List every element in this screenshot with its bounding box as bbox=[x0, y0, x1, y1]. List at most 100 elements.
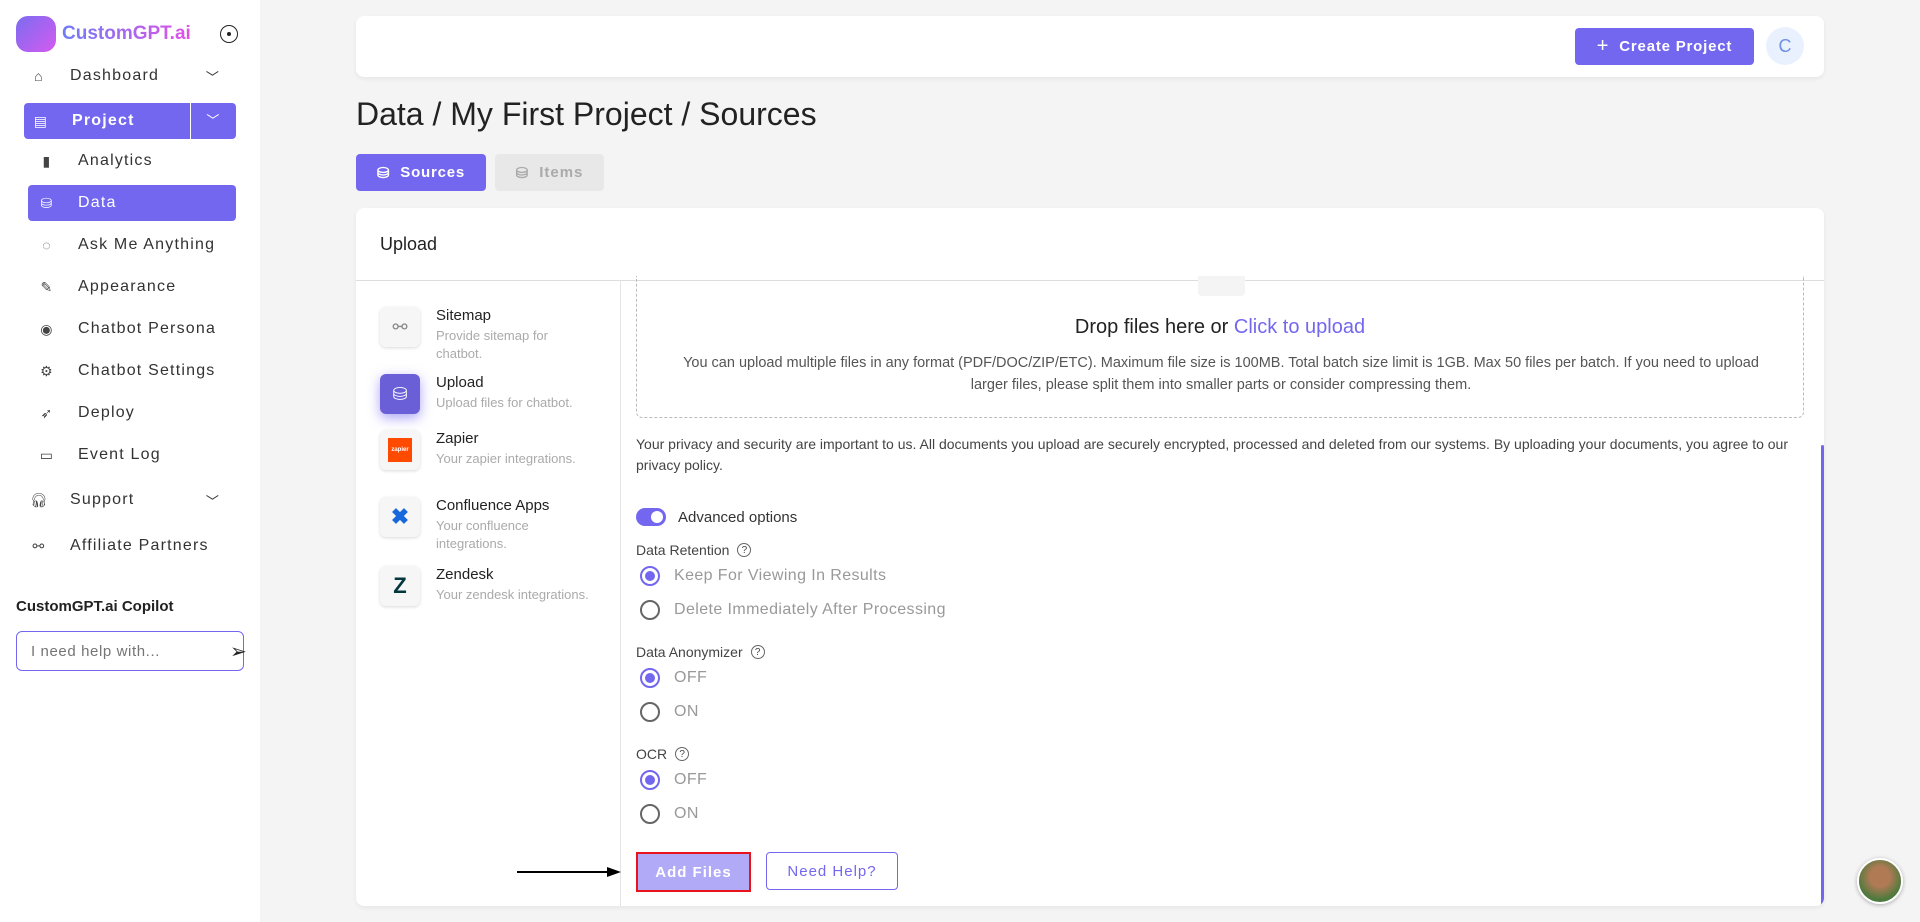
divider bbox=[620, 280, 621, 906]
chevron-down-icon[interactable]: ﹀ bbox=[190, 67, 236, 86]
sidebar-item-label: Deploy bbox=[78, 404, 136, 421]
sidebar-item-event-log[interactable]: ▭ Event Log bbox=[28, 437, 236, 473]
radio-ocr-off[interactable]: OFF bbox=[640, 770, 707, 790]
sidebar-item-label: Event Log bbox=[78, 446, 161, 463]
create-project-button[interactable]: + Create Project bbox=[1575, 28, 1754, 65]
source-title: Confluence Apps bbox=[436, 497, 550, 514]
data-anonymizer-label: Data Anonymizer bbox=[636, 644, 743, 660]
sidebar-item-deploy[interactable]: ➶ Deploy bbox=[28, 395, 236, 431]
add-files-button[interactable]: Add Files bbox=[636, 852, 751, 892]
clipboard-icon: ▤ bbox=[33, 112, 49, 129]
ocr-label: OCR bbox=[636, 746, 668, 762]
source-zendesk[interactable]: Z Zendesk Your zendesk integrations. bbox=[380, 566, 596, 606]
source-title: Sitemap bbox=[436, 307, 492, 324]
sidebar-item-data[interactable]: ⛁ Data bbox=[28, 185, 236, 221]
headphones-icon: 🎧︎ bbox=[30, 491, 49, 508]
chat-icon: ◌ bbox=[42, 237, 52, 253]
advanced-options-label: Advanced options bbox=[678, 508, 798, 526]
support-chat-avatar[interactable] bbox=[1857, 858, 1903, 904]
arrow-annotation bbox=[517, 867, 621, 877]
plus-icon: + bbox=[1596, 35, 1610, 57]
sidebar-item-analytics[interactable]: ▮ Analytics bbox=[28, 143, 236, 179]
database-icon: ⛁ bbox=[515, 164, 530, 182]
tab-items[interactable]: ⛁ Items bbox=[495, 154, 604, 191]
source-title: Upload bbox=[436, 374, 484, 391]
sidebar: CustomGPT.ai ⌂ Dashboard ﹀ ▤ Project ﹀ ▮ Anal… bbox=[0, 0, 260, 922]
sidebar-item-label: Data bbox=[78, 194, 117, 211]
radio-label: OFF bbox=[674, 669, 708, 686]
brush-icon: ✎ bbox=[40, 278, 54, 295]
sidebar-item-label: Chatbot Persona bbox=[78, 320, 217, 337]
sidebar-item-affiliate-partners[interactable]: ⚯ Affiliate Partners bbox=[30, 528, 236, 564]
source-zapier[interactable]: zapier Zapier Your zapier integrations. bbox=[380, 430, 596, 470]
radio-label: OFF bbox=[674, 771, 708, 788]
gear-icon: ⚙ bbox=[40, 362, 54, 379]
source-description: Your zapier integrations. bbox=[436, 451, 576, 466]
help-icon[interactable]: ? bbox=[737, 543, 752, 557]
chevron-down-icon[interactable]: ﹀ bbox=[190, 491, 236, 510]
sidebar-item-label: Support bbox=[70, 491, 135, 508]
sidebar-item-support[interactable]: 🎧︎ Support ﹀ bbox=[30, 482, 236, 518]
tab-label: Sources bbox=[400, 164, 466, 181]
radio-label: Keep For Viewing In Results bbox=[674, 567, 887, 584]
logo[interactable]: CustomGPT.ai bbox=[16, 16, 191, 52]
user-circle-icon: ◉ bbox=[40, 320, 54, 337]
avatar[interactable]: C bbox=[1766, 27, 1804, 65]
upload-database-icon: ⛁ bbox=[380, 374, 420, 414]
home-icon: ⌂ bbox=[34, 68, 44, 84]
sidebar-item-chatbot-settings[interactable]: ⚙ Chatbot Settings bbox=[28, 353, 236, 389]
sidebar-item-ask-me-anything[interactable]: ◌ Ask Me Anything bbox=[28, 227, 236, 263]
need-help-button[interactable]: Need Help? bbox=[766, 852, 898, 890]
dropzone[interactable]: Drop files here or Click to upload You c… bbox=[636, 276, 1804, 418]
source-title: Zapier bbox=[436, 430, 479, 447]
send-icon[interactable]: ➢ bbox=[230, 639, 247, 664]
sitemap-icon: ⚯ bbox=[380, 307, 420, 347]
sidebar-item-label: Project bbox=[72, 112, 135, 129]
help-icon[interactable]: ? bbox=[675, 747, 690, 761]
scrollbar[interactable] bbox=[1821, 445, 1824, 906]
sidebar-item-label: Ask Me Anything bbox=[78, 236, 216, 253]
tab-sources[interactable]: ⛁ Sources bbox=[356, 154, 486, 191]
radio-anonymizer-off[interactable]: OFF bbox=[640, 668, 707, 688]
bar-chart-icon: ▮ bbox=[42, 152, 52, 169]
drop-text: Drop files here or bbox=[1074, 316, 1234, 338]
radio-anonymizer-on[interactable]: ON bbox=[640, 702, 699, 722]
drop-description: You can upload multiple files in any for… bbox=[683, 355, 1759, 393]
collapse-sidebar-button[interactable] bbox=[220, 25, 238, 43]
radio-delete-immediately[interactable]: Delete Immediately After Processing bbox=[640, 600, 946, 620]
help-icon[interactable]: ? bbox=[750, 645, 765, 659]
rocket-icon: ➶ bbox=[40, 404, 54, 421]
sidebar-item-label: Chatbot Settings bbox=[78, 362, 216, 379]
top-header: + Create Project C bbox=[356, 16, 1824, 77]
project-dropdown-chevron[interactable]: ﹀ bbox=[190, 103, 236, 139]
upload-panel: Drop files here or Click to upload You c… bbox=[636, 276, 1804, 906]
radio-label: ON bbox=[674, 805, 699, 822]
toggle-switch[interactable] bbox=[636, 508, 666, 526]
advanced-options-toggle[interactable]: Advanced options bbox=[636, 508, 797, 526]
radio-label: Delete Immediately After Processing bbox=[674, 601, 946, 618]
zendesk-logo-icon: Z bbox=[380, 566, 420, 606]
archive-icon: ▭ bbox=[39, 446, 55, 463]
source-sitemap[interactable]: ⚯ Sitemap Provide sitemap for chatbot. bbox=[380, 307, 596, 363]
click-to-upload-link[interactable]: Click to upload bbox=[1234, 316, 1365, 338]
tab-label: Items bbox=[539, 164, 584, 181]
confluence-logo-icon: ✖ bbox=[380, 497, 420, 537]
copilot-input[interactable] bbox=[31, 642, 230, 660]
sidebar-item-appearance[interactable]: ✎ Appearance bbox=[28, 269, 236, 305]
page-title: Data / My First Project / Sources bbox=[356, 96, 817, 132]
sidebar-item-dashboard[interactable]: ⌂ Dashboard ﹀ bbox=[30, 58, 236, 94]
file-icon bbox=[1198, 276, 1245, 296]
sidebar-item-project[interactable]: ▤ Project ﹀ bbox=[24, 103, 236, 139]
sidebar-item-chatbot-persona[interactable]: ◉ Chatbot Persona bbox=[28, 311, 236, 347]
radio-ocr-on[interactable]: ON bbox=[640, 804, 699, 824]
copilot-box: ➢ bbox=[16, 631, 247, 671]
source-confluence-apps[interactable]: ✖ Confluence Apps Your confluence integrat… bbox=[380, 497, 596, 553]
dot-icon bbox=[227, 32, 231, 36]
source-upload[interactable]: ⛁ Upload Upload files for chatbot. bbox=[380, 374, 596, 414]
radio-keep-for-viewing[interactable]: Keep For Viewing In Results bbox=[640, 566, 886, 586]
create-project-label: Create Project bbox=[1619, 38, 1733, 55]
zapier-logo-icon: zapier bbox=[380, 430, 420, 470]
privacy-text: Your privacy and security are important … bbox=[636, 436, 1788, 473]
sidebar-item-label: Analytics bbox=[78, 152, 153, 169]
sidebar-item-label: Dashboard bbox=[70, 67, 160, 84]
